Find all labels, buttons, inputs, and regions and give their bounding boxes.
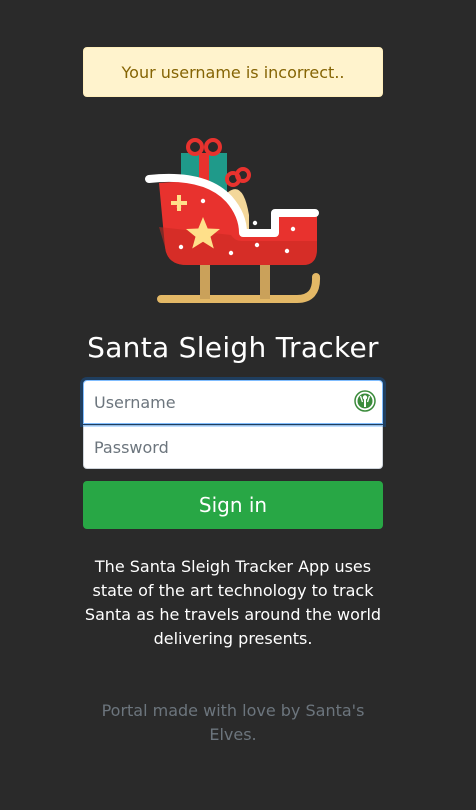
password-input[interactable] — [84, 426, 382, 468]
password-field-wrapper — [83, 425, 383, 469]
santa-sleigh-icon — [145, 138, 321, 303]
footer-text: Portal made with love by Santa's Elves. — [101, 701, 365, 744]
login-form: Sign in — [83, 380, 383, 529]
username-input[interactable] — [84, 381, 382, 423]
app-title: Santa Sleigh Tracker — [87, 331, 379, 364]
username-field-wrapper — [83, 380, 383, 424]
app-description: The Santa Sleigh Tracker App uses state … — [84, 557, 382, 648]
sign-in-button[interactable]: Sign in — [83, 481, 383, 529]
error-alert: Your username is incorrect.. — [83, 47, 383, 97]
login-container: Your username is incorrect.. Santa Sleig… — [83, 47, 383, 747]
password-manager-icon[interactable] — [354, 390, 376, 412]
error-alert-message: Your username is incorrect.. — [121, 62, 345, 82]
